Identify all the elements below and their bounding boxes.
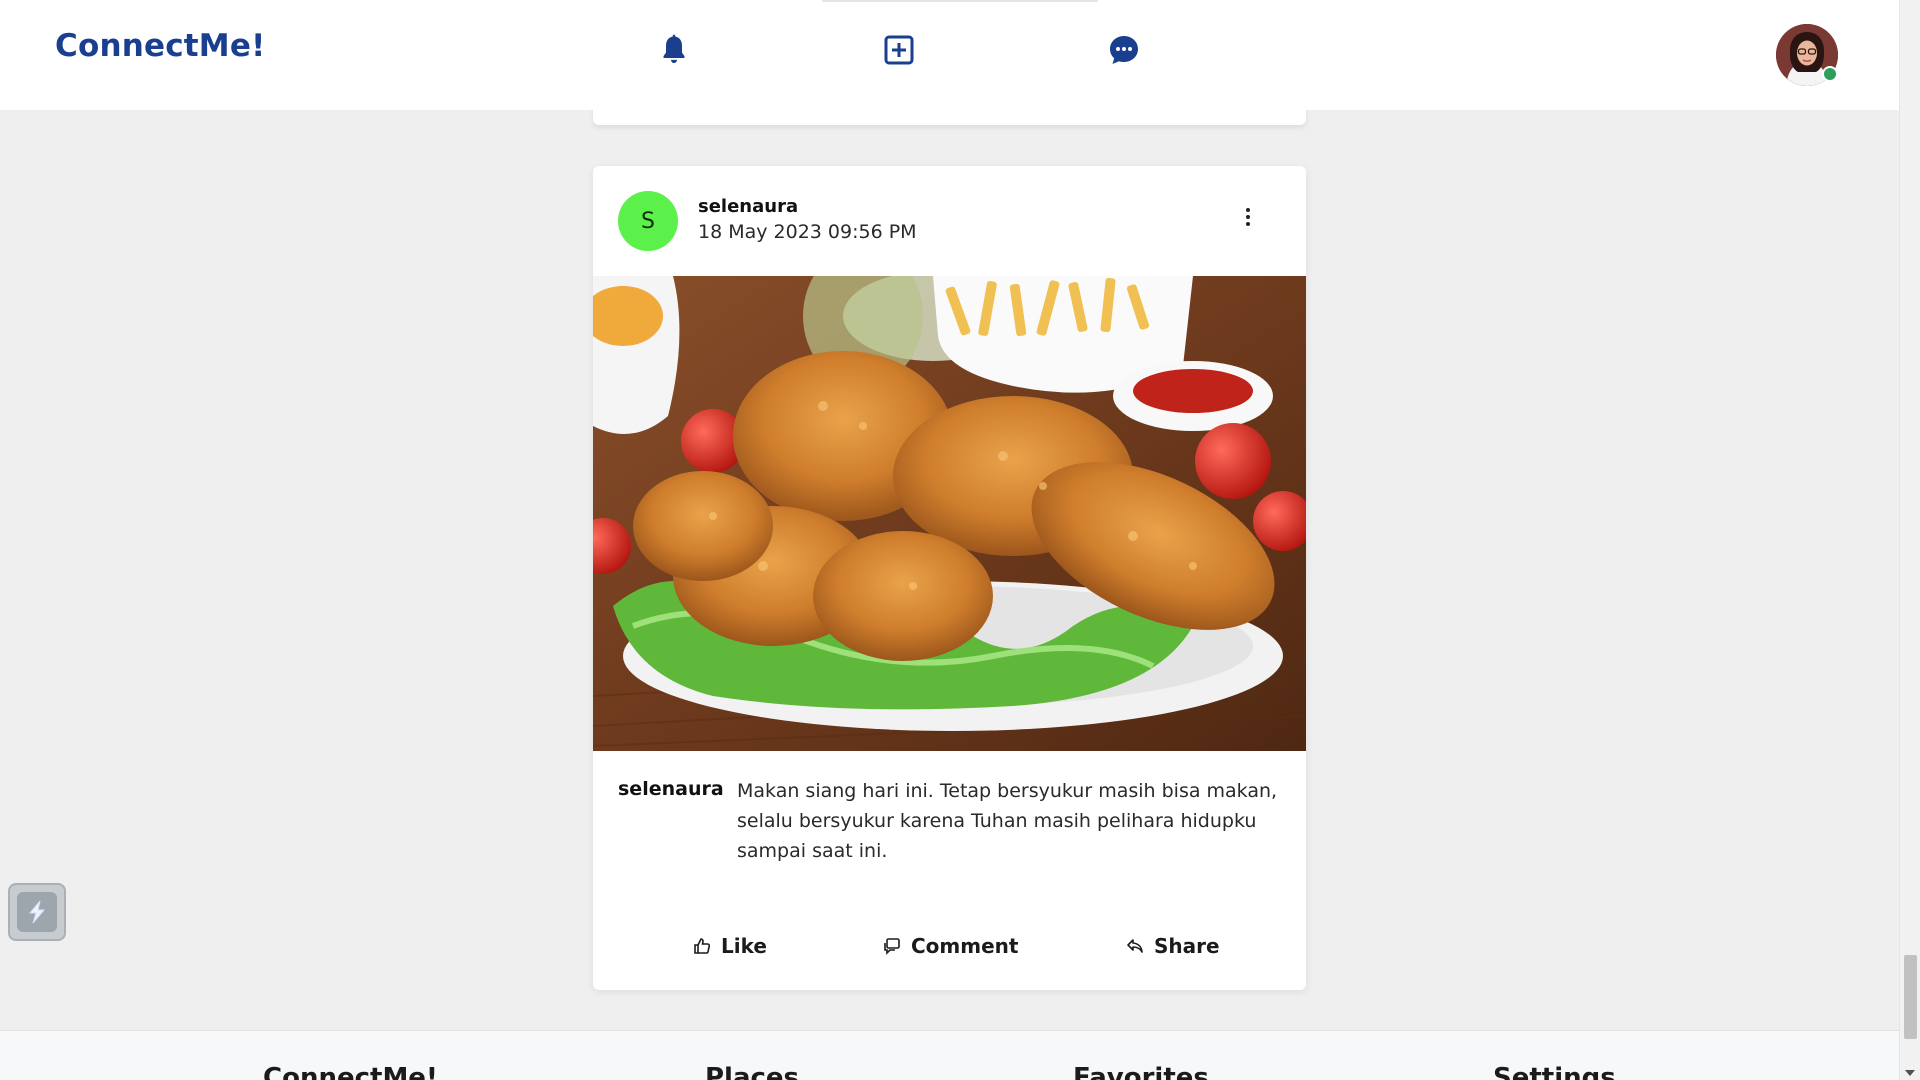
more-options-icon[interactable] [1233,202,1263,232]
share-icon [1127,939,1143,953]
post-caption: Makan siang hari ini. Tetap bersyukur ma… [737,780,1278,862]
brand-logo[interactable]: ConnectMe! [55,28,265,64]
footer: ConnectMe! Places Favorites Settings [0,1030,1899,1080]
footer-brand: ConnectMe! [263,1063,438,1080]
post-author-avatar[interactable]: S [618,191,678,251]
post-header: S selenaura 18 May 2023 09:56 PM [593,166,1306,276]
footer-favorites-heading: Favorites [1073,1063,1209,1080]
post-timestamp: 18 May 2023 09:56 PM [698,221,917,243]
like-label: Like [721,934,767,958]
like-button[interactable]: Like [693,926,767,966]
scrollbar-thumb[interactable] [1904,955,1917,1039]
share-label: Share [1154,934,1220,958]
page-scrollbar[interactable] [1899,0,1920,1080]
post-image[interactable] [593,276,1306,751]
top-navbar: ConnectMe! [0,0,1899,110]
post-card: S selenaura 18 May 2023 09:56 PM selenau… [593,166,1306,990]
lightning-icon [17,892,57,932]
thumbs-up-icon [694,938,711,954]
scroll-down-arrow-icon[interactable] [1905,1070,1915,1076]
post-author-name[interactable]: selenaura [698,196,798,217]
online-status-dot [1822,66,1838,82]
share-button[interactable]: Share [1126,926,1220,966]
create-post-icon[interactable] [881,32,917,68]
chat-bubble-icon[interactable] [1106,32,1142,68]
header-divider [822,0,1098,2]
comment-icon [884,938,900,955]
comment-label: Comment [911,934,1019,958]
floating-shortcut-button[interactable] [8,883,66,941]
footer-places-heading: Places [705,1063,800,1080]
profile-avatar[interactable] [1776,24,1838,86]
post-actions: Like Comment Share [593,926,1306,966]
caption-author[interactable]: selenaura [618,778,724,800]
bell-icon[interactable] [656,32,692,68]
comment-button[interactable]: Comment [883,926,1018,966]
footer-settings-heading: Settings [1493,1063,1616,1080]
